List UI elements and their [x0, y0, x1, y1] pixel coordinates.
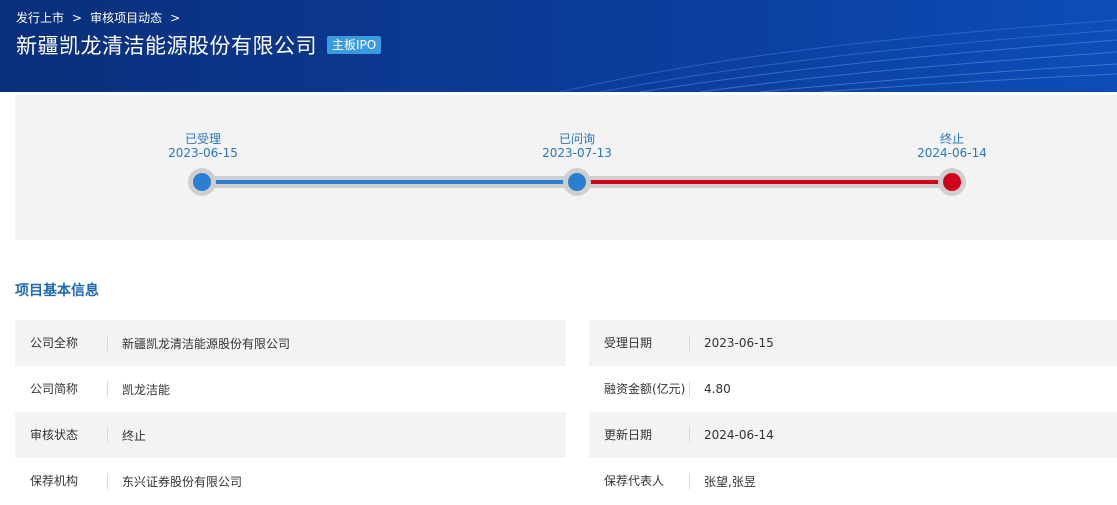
breadcrumb-link-issuance[interactable]: 发行上市 [16, 9, 64, 26]
field-value: 新疆凯龙清洁能源股份有限公司 [122, 336, 291, 351]
timeline-stage-inquired: 已问询 2023-07-13 [517, 132, 637, 160]
node-dot [193, 173, 211, 191]
section-title: 项目基本信息 [15, 283, 99, 299]
timeline-stage-accepted: 已受理 2023-06-15 [143, 132, 263, 160]
page-title: 新疆凯龙清洁能源股份有限公司 [16, 34, 317, 58]
info-cell-review-status: 审核状态 终止 [15, 412, 566, 458]
stage-date: 2023-07-13 [542, 146, 612, 160]
field-value: 4.80 [704, 382, 731, 396]
timeline-stage-terminated: 终止 2024-06-14 [892, 132, 1012, 160]
field-label: 公司简称 [15, 381, 108, 397]
timeline-node-accepted [188, 168, 216, 196]
field-label: 受理日期 [589, 335, 690, 351]
stage-name: 已问询 [558, 132, 595, 146]
field-value: 张望,张昱 [704, 474, 756, 489]
stage-name: 终止 [939, 132, 964, 146]
progress-timeline: 已受理 2023-06-15 已问询 2023-07-13 终止 2024-06… [15, 95, 1117, 240]
stage-name: 已受理 [184, 132, 221, 146]
timeline-progress-terminated [577, 180, 952, 184]
header-banner: 发行上市 > 审核项目动态 > 新疆凯龙清洁能源股份有限公司 主板IPO [0, 0, 1117, 92]
field-value: 终止 [122, 428, 147, 443]
title-row: 新疆凯龙清洁能源股份有限公司 主板IPO [16, 30, 382, 60]
node-dot [943, 173, 961, 191]
chevron-right-icon: > [72, 10, 83, 25]
stage-date: 2024-06-14 [917, 146, 987, 160]
info-cell-financing-amount: 融资金额(亿元) 4.80 [589, 366, 1117, 412]
info-cell-full-name: 公司全称 新疆凯龙清洁能源股份有限公司 [15, 320, 566, 366]
field-value: 东兴证券股份有限公司 [122, 474, 243, 489]
info-cell-accept-date: 受理日期 2023-06-15 [589, 320, 1117, 366]
field-value: 凯龙洁能 [122, 382, 171, 397]
table-row: 审核状态 终止 更新日期 2024-06-14 [15, 412, 1117, 458]
field-label: 审核状态 [15, 427, 108, 443]
board-badge: 主板IPO [327, 36, 382, 54]
breadcrumb-link-review[interactable]: 审核项目动态 [90, 9, 162, 26]
field-label: 融资金额(亿元) [589, 381, 690, 397]
timeline-progress-completed [203, 180, 577, 184]
project-info-table: 公司全称 新疆凯龙清洁能源股份有限公司 受理日期 2023-06-15 公司简称… [15, 320, 1117, 504]
table-row: 公司简称 凯龙洁能 融资金额(亿元) 4.80 [15, 366, 1117, 412]
table-row: 保荐机构 东兴证券股份有限公司 保荐代表人 张望,张昱 [15, 458, 1117, 504]
timeline-node-inquired [563, 168, 591, 196]
field-label: 保荐机构 [15, 473, 108, 489]
table-row: 公司全称 新疆凯龙清洁能源股份有限公司 受理日期 2023-06-15 [15, 320, 1117, 366]
chevron-right-icon: > [170, 10, 181, 25]
node-dot [568, 173, 586, 191]
field-value: 2024-06-14 [704, 428, 774, 442]
timeline-node-terminated [938, 168, 966, 196]
field-value: 2023-06-15 [704, 336, 774, 350]
breadcrumb: 发行上市 > 审核项目动态 > [16, 9, 188, 26]
stage-date: 2023-06-15 [168, 146, 238, 160]
info-cell-short-name: 公司简称 凯龙洁能 [15, 366, 566, 412]
info-cell-update-date: 更新日期 2024-06-14 [589, 412, 1117, 458]
field-label: 更新日期 [589, 427, 690, 443]
info-cell-sponsor-reps: 保荐代表人 张望,张昱 [589, 458, 1117, 504]
field-label: 保荐代表人 [589, 473, 690, 489]
field-label: 公司全称 [15, 335, 108, 351]
info-cell-sponsor: 保荐机构 东兴证券股份有限公司 [15, 458, 566, 504]
